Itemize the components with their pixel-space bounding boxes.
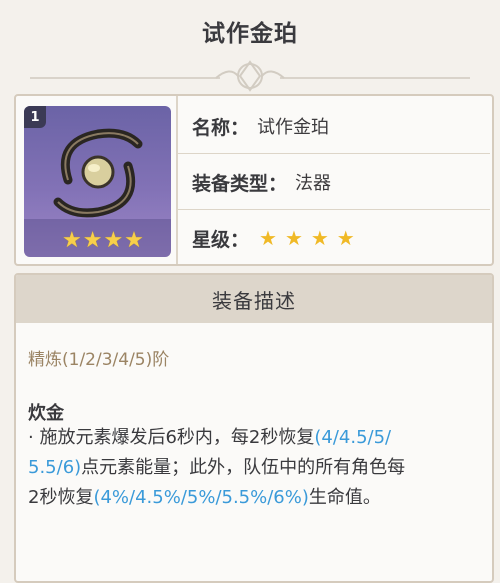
- effect-line: · 施放元素爆发后6秒内，每2秒恢复(4/4.5/5/: [28, 427, 392, 448]
- effect-line: 5.5/6)点元素能量；此外，队伍中的所有角色每: [28, 457, 406, 478]
- name-value: 试作金珀: [257, 117, 330, 138]
- star-row: 星级： ★★★★: [178, 210, 490, 266]
- catalyst-icon: [53, 128, 143, 218]
- weapon-icon-frame: 1 ★★★★: [24, 106, 171, 257]
- star-rating-icon: ★★★★: [259, 226, 363, 250]
- description-header: 装备描述: [16, 275, 492, 323]
- effect-name: 炊金: [28, 403, 64, 424]
- divider-ornament: [30, 60, 470, 92]
- type-row: 装备类型： 法器: [178, 154, 490, 210]
- star-label: 星级：: [192, 228, 250, 251]
- effect-line: 2秒恢复(4%/4.5%/5%/5.5%/6%)生命值。: [28, 487, 381, 508]
- type-label: 装备类型：: [192, 172, 288, 195]
- name-row: 名称： 试作金珀: [178, 98, 490, 154]
- type-value: 法器: [295, 173, 332, 194]
- refinement-badge: 1: [24, 106, 46, 128]
- page-title: 试作金珀: [202, 21, 298, 47]
- refinement-label: 精炼(1/2/3/4/5)阶: [28, 350, 170, 370]
- weapon-info-card: 1 ★★★★ 名称： 试作金珀 装备类型： 法器 星级： ★★★★: [14, 94, 494, 266]
- effect-description: · 施放元素爆发后6秒内，每2秒恢复(4/4.5/5/ 5.5/6)点元素能量；…: [28, 423, 488, 513]
- rarity-stars-icon: ★★★★: [62, 228, 145, 253]
- name-label: 名称：: [192, 116, 250, 139]
- description-card: 装备描述 精炼(1/2/3/4/5)阶 炊金 · 施放元素爆发后6秒内，每2秒恢…: [14, 273, 494, 583]
